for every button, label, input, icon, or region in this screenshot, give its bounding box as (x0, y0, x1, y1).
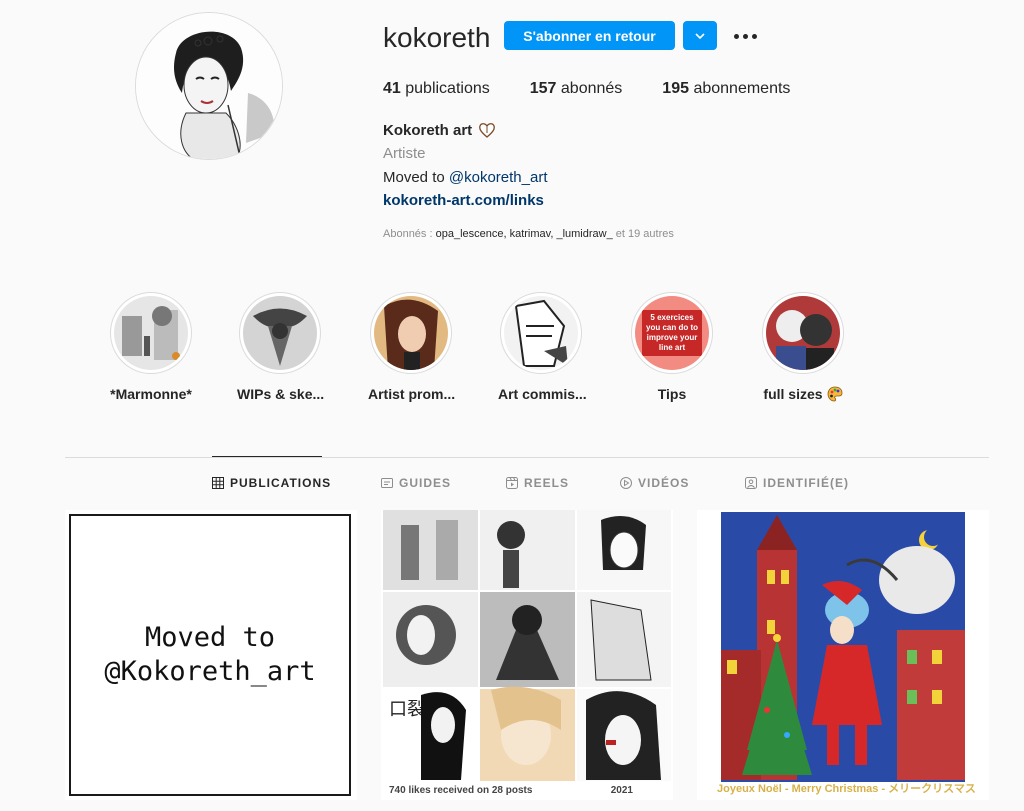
more-options-button[interactable] (730, 22, 760, 50)
highlight-tips[interactable]: 5 exercices you can do to improve your l… (629, 292, 715, 402)
highlight-label: WIPs & ske... (237, 386, 325, 402)
profile-external-link[interactable]: kokoreth-art.com/links (383, 192, 544, 209)
highlight-art-commissions[interactable]: Art commis... (498, 292, 587, 402)
tab-publications[interactable]: PUBLICATIONS (212, 476, 331, 490)
followed-by[interactable]: Abonnés : opa_lescence, katrimav, _lumid… (383, 228, 674, 240)
highlight-image (504, 296, 578, 370)
publications-stat: 41 publications (383, 80, 490, 98)
post-frame: Moved to @Kokoreth_art (69, 514, 351, 796)
post-christmas-image (697, 510, 989, 800)
profile-avatar[interactable] (135, 12, 283, 160)
following-count: 195 (662, 80, 689, 97)
highlight-artist-promo[interactable]: Artist prom... (368, 292, 456, 402)
tag-icon (745, 477, 757, 489)
tab-label: IDENTIFIÉ(E) (763, 476, 849, 490)
publications-count: 41 (383, 80, 401, 97)
tab-label: GUIDES (399, 476, 452, 490)
active-tab-indicator (212, 456, 322, 457)
followers-label: abonnés (560, 80, 623, 97)
tab-tagged[interactable]: IDENTIFIÉ(E) (745, 476, 849, 490)
more-dot-icon (751, 33, 757, 39)
highlight-cover (762, 292, 844, 374)
highlight-label-row: full sizes (760, 386, 846, 402)
highlight-image (114, 296, 188, 370)
post-text: Moved to @Kokoreth_art (104, 622, 316, 687)
tab-label: REELS (524, 476, 570, 490)
highlight-cover (370, 292, 452, 374)
highlight-marmonne[interactable]: *Marmonne* (108, 292, 194, 402)
highlight-image (766, 296, 840, 370)
followed-by-names: opa_lescence, katrimav, _lumidraw_ (435, 228, 613, 240)
highlight-label: *Marmonne* (110, 386, 192, 402)
tab-reels[interactable]: REELS (506, 476, 569, 490)
highlight-cover (110, 292, 192, 374)
highlight-label: full sizes (763, 386, 823, 402)
highlight-cover (239, 292, 321, 374)
followed-by-prefix: Abonnés : (383, 228, 436, 240)
post-thumbnail[interactable]: Joyeux Noël - Merry Christmas - メリークリスマス (697, 510, 989, 800)
tab-label: PUBLICATIONS (230, 476, 332, 490)
tabs-divider (65, 457, 989, 458)
followers-count: 157 (529, 80, 557, 97)
profile-stats: 41 publications 157 abonnés 195 abonneme… (383, 80, 830, 98)
chevron-down-icon (695, 32, 705, 39)
profile-bio: Moved to @kokoreth_art (383, 169, 547, 186)
profile-category: Artiste (383, 145, 426, 162)
guides-icon (381, 478, 393, 488)
tab-label: VIDÉOS (638, 476, 690, 490)
more-dot-icon (742, 33, 748, 39)
heart-emoji-icon (479, 123, 496, 138)
highlight-label: Tips (657, 386, 687, 402)
followers-stat[interactable]: 157 abonnés (530, 80, 623, 98)
bio-mention-link[interactable]: @kokoreth_art (449, 169, 548, 186)
more-dot-icon (733, 33, 739, 39)
post-caption: 740 likes received on 28 posts (389, 785, 533, 796)
profile-full-name: Kokoreth art (383, 121, 496, 139)
bio-text: Moved to (383, 169, 449, 186)
profile-username: kokoreth (383, 22, 491, 53)
tab-videos[interactable]: VIDÉOS (620, 476, 689, 490)
avatar-illustration (136, 13, 282, 159)
tab-guides[interactable]: GUIDES (381, 476, 451, 490)
post-year: 2021 (610, 785, 633, 796)
following-stat[interactable]: 195 abonnements (662, 80, 790, 98)
grid-icon (212, 477, 224, 489)
reels-icon (506, 477, 518, 489)
highlight-full-sizes[interactable]: full sizes (760, 292, 846, 402)
palette-emoji-icon (827, 386, 842, 402)
publications-label: publications (405, 80, 490, 97)
play-icon (620, 477, 632, 489)
following-label: abonnements (693, 80, 791, 97)
post-caption: Joyeux Noël - Merry Christmas - メリークリスマス (717, 783, 976, 795)
post-thumbnail[interactable]: Moved to @Kokoreth_art (65, 510, 357, 800)
highlight-image (243, 296, 317, 370)
highlight-wips[interactable]: WIPs & ske... (237, 292, 325, 402)
highlight-image (374, 296, 448, 370)
full-name-text: Kokoreth art (383, 121, 473, 139)
suggestions-dropdown-button[interactable] (683, 21, 717, 50)
follow-back-button[interactable]: S'abonner en retour (504, 21, 675, 50)
followed-by-suffix: et 19 autres (612, 228, 674, 240)
post-collage-image: 口裂け女 (381, 510, 673, 800)
highlight-label: Art commis... (498, 386, 587, 402)
highlight-cover (500, 292, 582, 374)
highlight-cover: 5 exercices you can do to improve your l… (631, 292, 713, 374)
highlight-label: Artist prom... (368, 386, 456, 402)
tips-cover-text: 5 exercices you can do to improve your l… (642, 310, 702, 356)
post-thumbnail[interactable]: 口裂け女 740 likes received on 28 posts 2021 (381, 510, 673, 800)
